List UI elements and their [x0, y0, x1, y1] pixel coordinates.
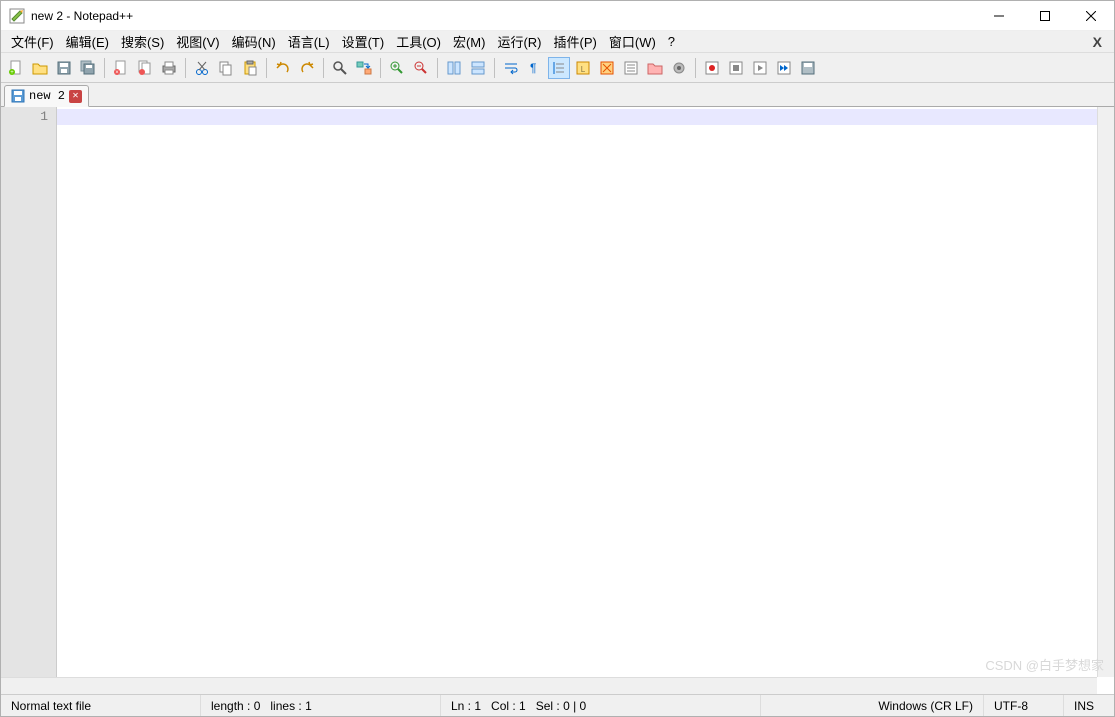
status-col: Col : 1 [491, 699, 526, 713]
indent-guide-icon[interactable] [548, 57, 570, 79]
toolbar-separator [323, 58, 324, 78]
save-macro-icon[interactable] [797, 57, 819, 79]
status-mode[interactable]: INS [1064, 695, 1114, 716]
status-position: Ln : 1 Col : 1 Sel : 0 | 0 [441, 695, 761, 716]
tab-area-close[interactable]: X [1085, 34, 1110, 50]
status-filetype: Normal text file [1, 695, 201, 716]
close-file-icon[interactable]: × [110, 57, 132, 79]
open-file-icon[interactable] [29, 57, 51, 79]
play-macro-icon[interactable] [749, 57, 771, 79]
text-editor[interactable] [57, 107, 1114, 694]
folder-workspace-icon[interactable] [644, 57, 666, 79]
wordwrap-icon[interactable] [500, 57, 522, 79]
copy-icon[interactable] [215, 57, 237, 79]
statusbar: Normal text file length : 0 lines : 1 Ln… [1, 694, 1114, 716]
save-icon[interactable] [53, 57, 75, 79]
close-button[interactable] [1068, 1, 1114, 31]
svg-text:×: × [115, 70, 119, 76]
print-icon[interactable] [158, 57, 180, 79]
toolbar-separator [185, 58, 186, 78]
status-sel: Sel : 0 | 0 [536, 699, 586, 713]
undo-icon[interactable] [272, 57, 294, 79]
horizontal-scrollbar[interactable] [1, 677, 1097, 694]
minimize-button[interactable] [976, 1, 1022, 31]
close-all-icon[interactable] [134, 57, 156, 79]
svg-text:¶: ¶ [530, 61, 536, 75]
disk-icon [11, 89, 25, 103]
menu-window[interactable]: 窗口(W) [603, 30, 662, 53]
find-icon[interactable] [329, 57, 351, 79]
status-ln: Ln : 1 [451, 699, 481, 713]
window-title: new 2 - Notepad++ [31, 9, 133, 23]
save-all-icon[interactable] [77, 57, 99, 79]
menu-tools[interactable]: 工具(O) [390, 30, 447, 53]
tabbar: new 2 ✕ [1, 83, 1114, 107]
toolbar: + × ¶ L [1, 53, 1114, 83]
zoom-in-icon[interactable] [386, 57, 408, 79]
vertical-scrollbar[interactable] [1097, 107, 1114, 677]
menu-edit[interactable]: 编辑(E) [60, 30, 115, 53]
menu-file[interactable]: 文件(F) [5, 30, 60, 53]
menubar: 文件(F) 编辑(E) 搜索(S) 视图(V) 编码(N) 语言(L) 设置(T… [1, 31, 1114, 53]
toolbar-separator [266, 58, 267, 78]
menu-search[interactable]: 搜索(S) [115, 30, 170, 53]
doc-map-icon[interactable] [596, 57, 618, 79]
sync-h-icon[interactable] [467, 57, 489, 79]
menu-view[interactable]: 视图(V) [170, 30, 225, 53]
toolbar-separator [494, 58, 495, 78]
status-encoding[interactable]: UTF-8 [984, 695, 1064, 716]
toolbar-separator [380, 58, 381, 78]
paste-icon[interactable] [239, 57, 261, 79]
app-icon [9, 8, 25, 24]
stop-macro-icon[interactable] [725, 57, 747, 79]
menu-settings[interactable]: 设置(T) [336, 30, 391, 53]
menu-macro[interactable]: 宏(M) [447, 30, 492, 53]
status-eol[interactable]: Windows (CR LF) [761, 695, 984, 716]
menu-encoding[interactable]: 编码(N) [226, 30, 282, 53]
zoom-out-icon[interactable] [410, 57, 432, 79]
line-number-gutter: 1 [1, 107, 57, 694]
toolbar-separator [695, 58, 696, 78]
status-lines: lines : 1 [270, 699, 311, 713]
monitoring-icon[interactable] [668, 57, 690, 79]
play-multi-icon[interactable] [773, 57, 795, 79]
cut-icon[interactable] [191, 57, 213, 79]
window-controls [976, 1, 1114, 31]
redo-icon[interactable] [296, 57, 318, 79]
toolbar-separator [437, 58, 438, 78]
toolbar-separator [104, 58, 105, 78]
svg-text:L: L [581, 65, 586, 74]
tab-close-icon[interactable]: ✕ [69, 90, 82, 103]
menu-plugins[interactable]: 插件(P) [548, 30, 603, 53]
line-number: 1 [1, 109, 48, 124]
current-line-highlight [57, 109, 1114, 125]
record-macro-icon[interactable] [701, 57, 723, 79]
udl-icon[interactable]: L [572, 57, 594, 79]
new-file-icon[interactable]: + [5, 57, 27, 79]
svg-text:+: + [10, 70, 14, 76]
menu-run[interactable]: 运行(R) [491, 30, 547, 53]
show-all-chars-icon[interactable]: ¶ [524, 57, 546, 79]
menu-language[interactable]: 语言(L) [282, 30, 336, 53]
menu-help[interactable]: ? [662, 32, 681, 51]
doc-list-icon[interactable] [620, 57, 642, 79]
status-length-lines: length : 0 lines : 1 [201, 695, 441, 716]
tab-label: new 2 [29, 89, 65, 103]
replace-icon[interactable] [353, 57, 375, 79]
titlebar: new 2 - Notepad++ [1, 1, 1114, 31]
tab-new-2[interactable]: new 2 ✕ [4, 85, 89, 107]
maximize-button[interactable] [1022, 1, 1068, 31]
sync-v-icon[interactable] [443, 57, 465, 79]
editor-area: 1 CSDN @白手梦想家 [1, 107, 1114, 694]
status-length: length : 0 [211, 699, 260, 713]
